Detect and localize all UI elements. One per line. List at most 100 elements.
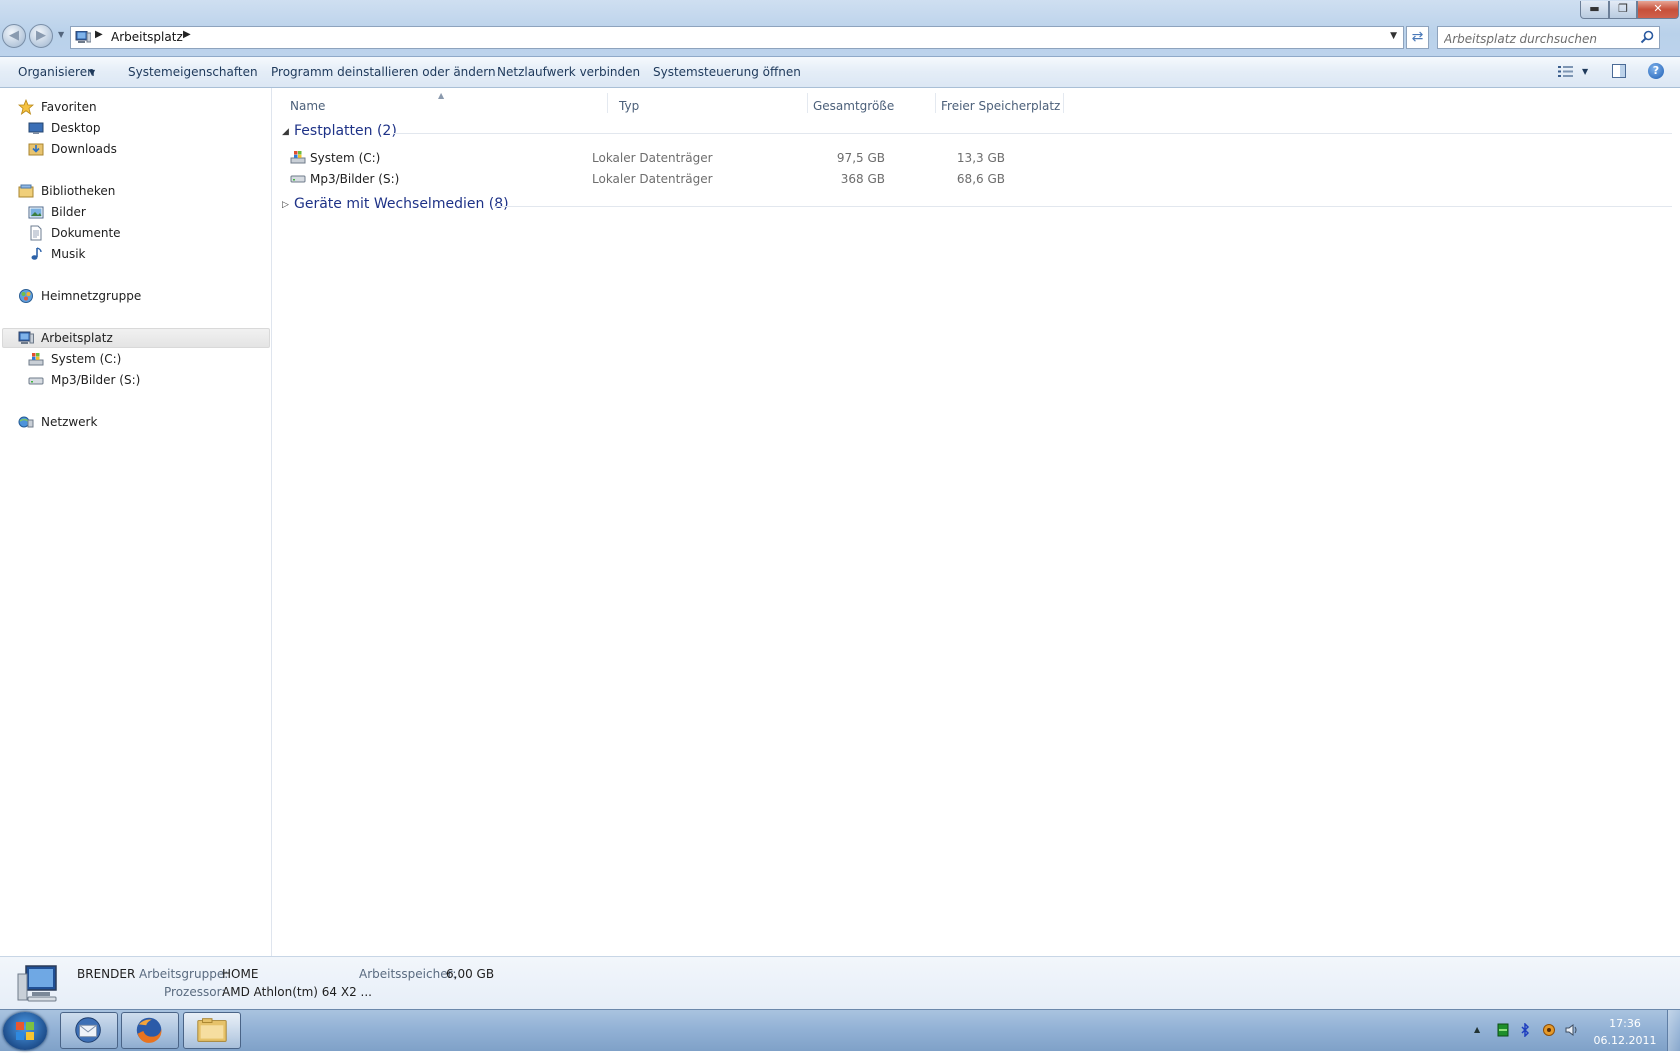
drive-total-size: 97,5 GB: [836, 151, 885, 165]
column-header-label: Name: [290, 99, 326, 113]
nav-item-music[interactable]: Musik: [28, 244, 258, 264]
nav-label: Favoriten: [41, 100, 97, 114]
column-header-type[interactable]: Typ: [607, 93, 808, 113]
search-box[interactable]: [1437, 26, 1660, 49]
close-button[interactable]: ✕: [1637, 1, 1679, 19]
view-options-dropdown-icon[interactable]: ▼: [1582, 67, 1588, 76]
nav-item-favorites[interactable]: Favoriten: [18, 97, 258, 117]
open-control-panel-button[interactable]: Systemsteuerung öffnen: [653, 65, 801, 79]
nav-item-downloads[interactable]: Downloads: [28, 139, 258, 159]
nav-item-drive-s[interactable]: Mp3/Bilder (S:): [28, 370, 258, 390]
drive-row-c[interactable]: System (C:) Lokaler Datenträger 97,5 GB …: [290, 147, 1050, 167]
speaker-volume-icon[interactable]: [1565, 1023, 1579, 1037]
taskbar-explorer-button[interactable]: [183, 1012, 241, 1049]
processor-label: Prozessor:: [164, 985, 226, 999]
back-arrow-icon: ◀: [9, 28, 19, 43]
column-header-label: Typ: [619, 99, 640, 113]
memory-value: 6,00 GB: [446, 967, 495, 981]
nav-item-computer[interactable]: Arbeitsplatz: [18, 328, 258, 348]
group-header-hard-drives[interactable]: ◢ Festplatten (2): [282, 123, 1672, 143]
libraries-icon: [18, 184, 34, 198]
hard-drive-icon: [28, 377, 44, 385]
organize-menu-button[interactable]: Organisieren: [18, 65, 95, 79]
change-view-icon[interactable]: [1558, 65, 1573, 78]
documents-icon: [30, 225, 42, 241]
workgroup-label: Arbeitsgruppe:: [139, 967, 229, 981]
collapse-triangle-icon[interactable]: ◢: [282, 127, 289, 137]
close-icon: ✕: [1653, 2, 1663, 15]
help-icon[interactable]: ?: [1648, 63, 1664, 79]
hard-drive-icon: [290, 175, 306, 183]
clock-time[interactable]: 17:36: [1600, 1017, 1650, 1030]
taskbar: ▲ 17:36 06.12.2011: [0, 1009, 1680, 1051]
nav-label: Downloads: [51, 142, 117, 156]
nav-item-documents[interactable]: Dokumente: [28, 223, 258, 243]
preview-pane-icon[interactable]: [1612, 64, 1626, 78]
drive-free-space: 68,6 GB: [956, 172, 1005, 186]
column-header-label: Gesamtgröße: [813, 99, 895, 113]
organize-dropdown-icon[interactable]: ▼: [89, 68, 95, 77]
drive-type: Lokaler Datenträger: [592, 172, 713, 186]
group-divider: [494, 206, 1672, 207]
uninstall-program-button[interactable]: Programm deinstallieren oder ändern: [271, 65, 496, 79]
windows-drive-icon: [28, 353, 44, 366]
minimize-icon: ▬: [1589, 2, 1600, 15]
restore-button[interactable]: ❐: [1609, 1, 1637, 19]
nav-label: Bibliotheken: [41, 184, 116, 198]
nav-label: System (C:): [51, 352, 122, 366]
search-input[interactable]: [1442, 29, 1636, 48]
thunderbird-icon: [75, 1017, 101, 1043]
file-list: Name ▲ Typ Gesamtgröße Freier Speicherpl…: [272, 88, 1680, 956]
drive-row-s[interactable]: Mp3/Bilder (S:) Lokaler Datenträger 368 …: [290, 168, 1050, 188]
forward-button[interactable]: ▶: [29, 24, 53, 48]
expand-triangle-icon[interactable]: ▷: [282, 200, 289, 210]
minimize-button[interactable]: ▬: [1580, 1, 1609, 19]
start-button[interactable]: [3, 1012, 47, 1050]
column-header-name[interactable]: Name ▲: [272, 91, 608, 113]
search-icon[interactable]: [1640, 30, 1654, 44]
windows-logo-icon: [16, 1022, 34, 1040]
refresh-button[interactable]: ⇄: [1406, 26, 1429, 49]
pictures-icon: [28, 206, 44, 219]
star-icon: [18, 99, 34, 115]
nav-item-drive-c[interactable]: System (C:): [28, 349, 258, 369]
gear-tray-icon[interactable]: [1542, 1023, 1556, 1037]
details-pane: BRENDER Arbeitsgruppe: HOME Arbeitsspeic…: [0, 956, 1680, 1010]
green-monitor-icon[interactable]: [1496, 1023, 1510, 1037]
address-bar[interactable]: ▶ Arbeitsplatz ▶ ▼: [70, 26, 1404, 49]
system-properties-button[interactable]: Systemeigenschaften: [128, 65, 258, 79]
nav-label: Netzwerk: [41, 415, 98, 429]
processor-value: AMD Athlon(tm) 64 X2 ...: [222, 985, 372, 999]
nav-item-desktop[interactable]: Desktop: [28, 118, 258, 138]
nav-label: Desktop: [51, 121, 101, 135]
breadcrumb-separator-icon[interactable]: ▶: [95, 29, 103, 40]
nav-item-libraries[interactable]: Bibliotheken: [18, 181, 258, 201]
refresh-icon: ⇄: [1411, 29, 1424, 45]
breadcrumb-separator-icon[interactable]: ▶: [183, 29, 191, 40]
navigation-pane: Favoriten Desktop Downloads Bibliotheken…: [0, 88, 272, 956]
group-header-removable-devices[interactable]: ▷ Geräte mit Wechselmedien (8): [282, 196, 1672, 216]
address-history-dropdown-icon[interactable]: ▼: [1390, 31, 1397, 41]
nav-label: Arbeitsplatz: [41, 331, 113, 345]
homegroup-icon: [19, 289, 33, 303]
restore-icon: ❐: [1618, 2, 1628, 15]
nav-label: Musik: [51, 247, 86, 261]
network-icon: [18, 416, 34, 428]
show-desktop-button[interactable]: [1667, 1010, 1680, 1051]
taskbar-thunderbird-button[interactable]: [60, 1012, 118, 1049]
nav-item-network[interactable]: Netzwerk: [18, 412, 258, 432]
show-hidden-icons-icon[interactable]: ▲: [1474, 1025, 1480, 1034]
nav-item-homegroup[interactable]: Heimnetzgruppe: [18, 286, 258, 306]
recent-pages-dropdown-icon[interactable]: ▼: [58, 30, 64, 39]
sort-ascending-icon: ▲: [438, 91, 445, 100]
downloads-folder-icon: [28, 143, 44, 156]
bluetooth-icon[interactable]: [1518, 1023, 1532, 1037]
breadcrumb-computer[interactable]: Arbeitsplatz: [111, 30, 183, 44]
back-button[interactable]: ◀: [2, 24, 26, 48]
nav-item-pictures[interactable]: Bilder: [28, 202, 258, 222]
column-header-free-space[interactable]: Freier Speicherplatz: [935, 93, 1064, 113]
taskbar-firefox-button[interactable]: [121, 1012, 179, 1049]
clock-date[interactable]: 06.12.2011: [1592, 1034, 1658, 1047]
column-header-total-size[interactable]: Gesamtgröße: [807, 93, 936, 113]
map-network-drive-button[interactable]: Netzlaufwerk verbinden: [497, 65, 640, 79]
